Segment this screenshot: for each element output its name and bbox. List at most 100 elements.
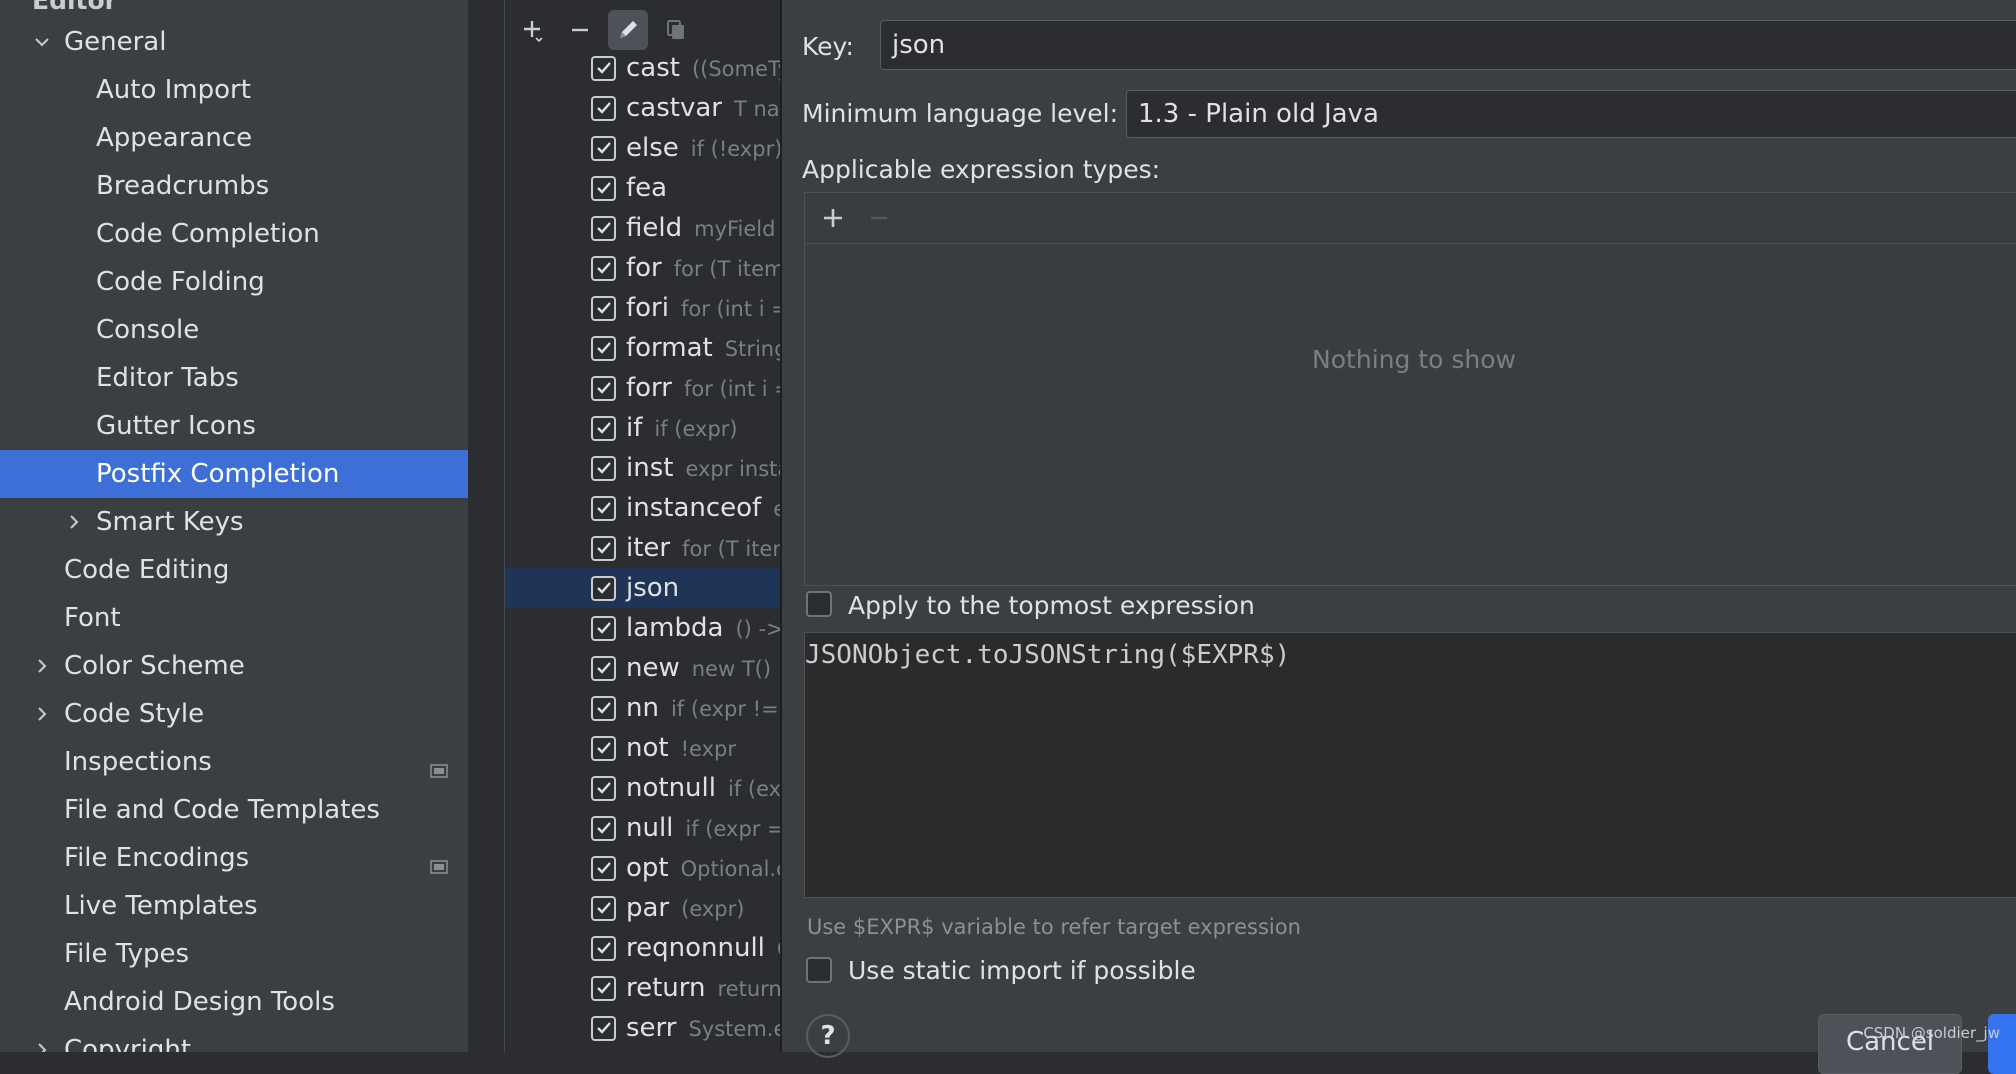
template-row-format[interactable]: format String.format(expr) [505, 328, 780, 368]
sidebar-item-code-editing[interactable]: Code Editing [0, 546, 468, 594]
template-row-notnull[interactable]: notnull if (expr != null) [505, 768, 780, 808]
template-row-cast[interactable]: cast ((SomeType) expr) [505, 48, 780, 88]
template-enabled-checkbox[interactable] [591, 695, 616, 721]
template-enabled-checkbox[interactable] [591, 1015, 616, 1041]
chevron-right-icon[interactable] [30, 1038, 54, 1052]
template-row-castvar[interactable]: castvar T name = (T) expr [505, 88, 780, 128]
template-row-lambda[interactable]: lambda () -> expr [505, 608, 780, 648]
copy-icon [667, 20, 684, 39]
chevron-right-icon[interactable] [30, 702, 54, 726]
template-row-nn[interactable]: nn if (expr != null) [505, 688, 780, 728]
template-row-for[interactable]: for for (T item : expr) [505, 248, 780, 288]
sidebar-item-code-completion[interactable]: Code Completion [0, 210, 468, 258]
add-icon [524, 21, 543, 43]
template-row-par[interactable]: par (expr) [505, 888, 780, 928]
sidebar-item-color-scheme[interactable]: Color Scheme [0, 642, 468, 690]
template-row-opt[interactable]: opt Optional.of(expr) [505, 848, 780, 888]
template-enabled-checkbox[interactable] [591, 655, 616, 681]
template-enabled-checkbox[interactable] [591, 735, 616, 761]
template-row-else[interactable]: else if (!expr) [505, 128, 780, 168]
template-row-inst[interactable]: inst expr instanceof Type [505, 448, 780, 488]
key-input[interactable]: json [880, 20, 2016, 70]
sidebar-item-copyright[interactable]: Copyright [0, 1026, 468, 1052]
template-key: lambda () -> expr [626, 613, 780, 643]
chevron-right-icon[interactable] [62, 510, 86, 534]
sidebar-item-appearance[interactable]: Appearance [0, 114, 468, 162]
template-row-new[interactable]: new new T() [505, 648, 780, 688]
template-enabled-checkbox[interactable] [591, 215, 616, 241]
applicable-types-table[interactable]: Nothing to show [804, 192, 2016, 586]
template-row-field[interactable]: field myField = expr [505, 208, 780, 248]
sidebar-item-code-style[interactable]: Code Style [0, 690, 468, 738]
template-text-editor[interactable]: JSONObject.toJSONString($EXPR$) [804, 632, 2016, 898]
template-enabled-checkbox[interactable] [591, 975, 616, 1001]
template-enabled-checkbox[interactable] [591, 375, 616, 401]
min-language-level-select[interactable]: 1.3 - Plain old Java [1126, 90, 2016, 138]
template-enabled-checkbox[interactable] [591, 335, 616, 361]
static-import-checkbox[interactable] [806, 957, 832, 983]
template-description: String.format(expr) [724, 337, 780, 361]
template-row-fea[interactable]: fea [505, 168, 780, 208]
template-enabled-checkbox[interactable] [591, 175, 616, 201]
template-enabled-checkbox[interactable] [591, 575, 616, 601]
template-enabled-checkbox[interactable] [591, 455, 616, 481]
template-row-if[interactable]: if if (expr) [505, 408, 780, 448]
template-row-return[interactable]: return return expr [505, 968, 780, 1008]
sidebar-item-code-folding[interactable]: Code Folding [0, 258, 468, 306]
template-description: T name = (T) expr [733, 97, 780, 121]
sidebar-item-editor-tabs[interactable]: Editor Tabs [0, 354, 468, 402]
template-row-reqnonnull[interactable]: reqnonnullObjects.requireNonNull(expr) [505, 928, 780, 968]
sidebar-item-file-encodings[interactable]: File Encodings [0, 834, 468, 882]
min-language-level-label: Minimum language level: [802, 99, 1119, 128]
add-type-button[interactable] [815, 200, 851, 236]
template-row-serr[interactable]: serr System.err.println(expr) [505, 1008, 780, 1048]
remove-type-button[interactable] [861, 200, 897, 236]
cancel-button[interactable]: Cancel [1818, 1014, 1962, 1074]
sidebar-item-file-types[interactable]: File Types [0, 930, 468, 978]
topmost-expression-checkbox[interactable] [806, 591, 832, 617]
template-enabled-checkbox[interactable] [591, 295, 616, 321]
template-description: Optional.of(expr) [680, 857, 780, 881]
template-enabled-checkbox[interactable] [591, 95, 616, 121]
sidebar-item-inspections[interactable]: Inspections [0, 738, 468, 786]
sidebar-item-breadcrumbs[interactable]: Breadcrumbs [0, 162, 468, 210]
help-button[interactable]: ? [806, 1014, 850, 1058]
sidebar-item-smart-keys[interactable]: Smart Keys [0, 498, 468, 546]
template-row-forr[interactable]: forr for (int i = expr...) [505, 368, 780, 408]
sidebar-item-console[interactable]: Console [0, 306, 468, 354]
copy-template-button[interactable] [656, 10, 696, 50]
sidebar-item-general[interactable]: General [0, 18, 468, 66]
sidebar-item-postfix-completion[interactable]: Postfix Completion [0, 450, 468, 498]
ok-button[interactable] [1988, 1014, 2016, 1074]
template-row-fori[interactable]: fori for (int i = 0; ...) [505, 288, 780, 328]
sidebar-item-file-and-code-templates[interactable]: File and Code Templates [0, 786, 468, 834]
sidebar-item-gutter-icons[interactable]: Gutter Icons [0, 402, 468, 450]
sidebar-item-auto-import[interactable]: Auto Import [0, 66, 468, 114]
template-enabled-checkbox[interactable] [591, 135, 616, 161]
template-enabled-checkbox[interactable] [591, 615, 616, 641]
template-row-not[interactable]: not !expr [505, 728, 780, 768]
sidebar-item-live-templates[interactable]: Live Templates [0, 882, 468, 930]
chevron-down-icon[interactable] [30, 30, 54, 54]
template-enabled-checkbox[interactable] [591, 535, 616, 561]
sidebar-item-font[interactable]: Font [0, 594, 468, 642]
template-row-null[interactable]: null if (expr == null) [505, 808, 780, 848]
edit-template-button[interactable] [608, 10, 648, 50]
template-enabled-checkbox[interactable] [591, 855, 616, 881]
template-enabled-checkbox[interactable] [591, 495, 616, 521]
template-enabled-checkbox[interactable] [591, 55, 616, 81]
template-row-json[interactable]: json [505, 568, 780, 608]
template-enabled-checkbox[interactable] [591, 895, 616, 921]
template-enabled-checkbox[interactable] [591, 935, 616, 961]
template-row-iter[interactable]: iter for (T item : expr) [505, 528, 780, 568]
template-row-instanceof[interactable]: instanceof expr instanceof Type [505, 488, 780, 528]
sidebar-item-android-design-tools[interactable]: Android Design Tools [0, 978, 468, 1026]
template-enabled-checkbox[interactable] [591, 815, 616, 841]
expr-variable-hint: Use $EXPR$ variable to refer target expr… [807, 915, 1301, 939]
template-enabled-checkbox[interactable] [591, 775, 616, 801]
template-enabled-checkbox[interactable] [591, 255, 616, 281]
remove-template-button[interactable] [560, 10, 600, 50]
template-enabled-checkbox[interactable] [591, 415, 616, 441]
add-template-button[interactable] [512, 10, 552, 50]
chevron-right-icon[interactable] [30, 654, 54, 678]
